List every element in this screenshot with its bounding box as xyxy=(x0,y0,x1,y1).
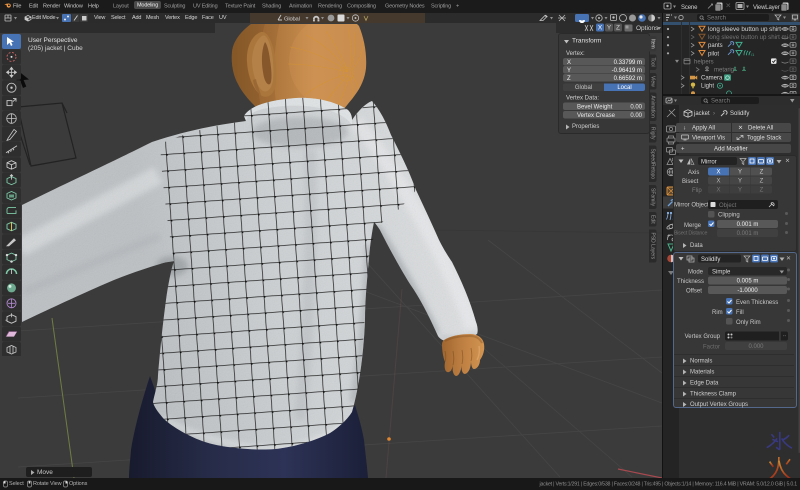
svg-text:pilot: pilot xyxy=(708,51,719,57)
svg-text:Light: Light xyxy=(701,83,714,89)
svg-text:/1: /1 xyxy=(751,52,755,57)
svg-text:Global: Global xyxy=(284,16,300,22)
svg-text:helpers: helpers xyxy=(694,59,714,65)
svg-text:pants: pants xyxy=(708,43,723,49)
svg-text:long sleeve button up shirt: long sleeve button up shirt xyxy=(708,27,781,33)
svg-text:metarig: metarig xyxy=(714,67,734,73)
svg-text:long sleeve button up shirt mi: long sleeve button up shirt mi xyxy=(708,35,788,41)
svg-text:ViewLayer: ViewLayer xyxy=(753,5,780,11)
svg-text:Camera: Camera xyxy=(701,75,723,81)
svg-text:Scene: Scene xyxy=(681,5,698,11)
